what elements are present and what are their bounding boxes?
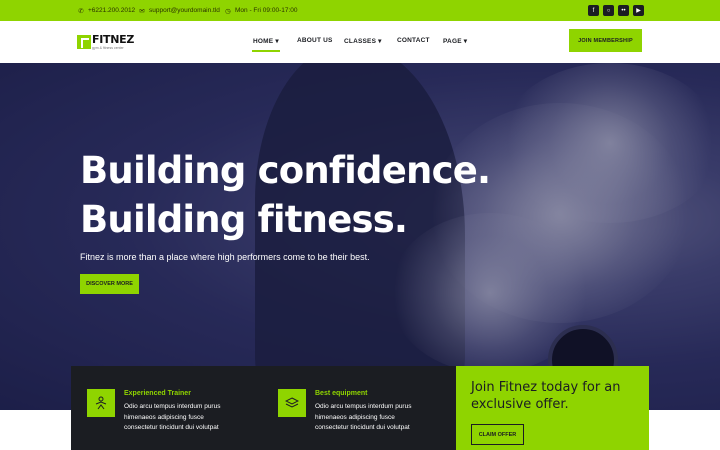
discover-more-button[interactable]: DISCOVER MORE: [80, 274, 139, 294]
join-membership-button[interactable]: JOIN MEMBERSHIP: [569, 29, 642, 52]
nav-active-indicator: [252, 50, 280, 52]
equipment-icon: [278, 389, 306, 417]
feature-line: consectetur tincidunt dui volutpat: [124, 424, 219, 431]
feature-title: Best equipment: [315, 390, 368, 397]
chevron-down-icon: ▾: [275, 38, 279, 45]
facebook-icon[interactable]: f: [588, 5, 599, 16]
instagram-icon[interactable]: ○: [603, 5, 614, 16]
hours-info: ◷ Mon - Fri 09:00-17:00: [224, 0, 298, 21]
email-address: support@yourdomain.tld: [149, 7, 220, 14]
clock-icon: ◷: [225, 7, 231, 15]
nav-page-label: PAGE: [443, 38, 462, 45]
feature-description: Odio arcu tempus interdum purus himenaeo…: [315, 402, 445, 434]
hero-title-line-2: Building fitness.: [80, 198, 408, 241]
nav-contact[interactable]: CONTACT: [397, 37, 430, 44]
logo-text[interactable]: FITNEZ: [92, 33, 134, 46]
flickr-icon[interactable]: ••: [618, 5, 629, 16]
hero-title: Building confidence. Building fitness.: [80, 146, 491, 244]
phone-icon: ✆: [78, 7, 84, 15]
nav-home-label: HOME: [253, 38, 274, 45]
feature-line: consectetur tincidunt dui volutpat: [315, 424, 410, 431]
nav-contact-label: CONTACT: [397, 37, 430, 44]
nav-about-label: ABOUT US: [297, 37, 333, 44]
chevron-down-icon: ▾: [378, 38, 382, 45]
hero-subtitle: Fitnez is more than a place where high p…: [80, 252, 370, 262]
feature-line: himenaeos adipiscing fusce: [315, 413, 395, 421]
email-info[interactable]: ✉ support@yourdomain.tld: [138, 0, 220, 21]
trainer-icon: [87, 389, 115, 417]
youtube-icon[interactable]: ▶: [633, 5, 644, 16]
nav-home[interactable]: HOME ▾: [253, 37, 279, 45]
logo-icon[interactable]: [77, 35, 91, 49]
nav-classes-label: CLASSES: [344, 38, 377, 45]
envelope-icon: ✉: [139, 7, 145, 15]
nav-page[interactable]: PAGE ▾: [443, 37, 467, 45]
feature-line: Odio arcu tempus interdum purus: [315, 403, 412, 410]
chevron-down-icon: ▾: [463, 38, 468, 45]
feature-line: himenaeos adipiscing fusce: [124, 413, 204, 421]
nav-classes[interactable]: CLASSES ▾: [344, 37, 382, 45]
opening-hours: Mon - Fri 09:00-17:00: [235, 7, 298, 14]
feature-description: Odio arcu tempus interdum purus himenaeo…: [124, 402, 254, 434]
claim-offer-button[interactable]: CLAIM OFFER: [471, 424, 524, 445]
hero-title-line-1: Building confidence.: [80, 149, 491, 192]
logo-tagline: gym & fitness center: [92, 46, 124, 50]
feature-title: Experienced Trainer: [124, 390, 191, 397]
feature-line: Odio arcu tempus interdum purus: [124, 403, 221, 410]
phone-number: +6221.200.2012: [88, 7, 136, 14]
nav-about[interactable]: ABOUT US: [297, 37, 333, 44]
phone-info[interactable]: ✆ +6221.200.2012: [77, 0, 135, 21]
offer-title: Join Fitnez today for an exclusive offer…: [471, 380, 621, 412]
